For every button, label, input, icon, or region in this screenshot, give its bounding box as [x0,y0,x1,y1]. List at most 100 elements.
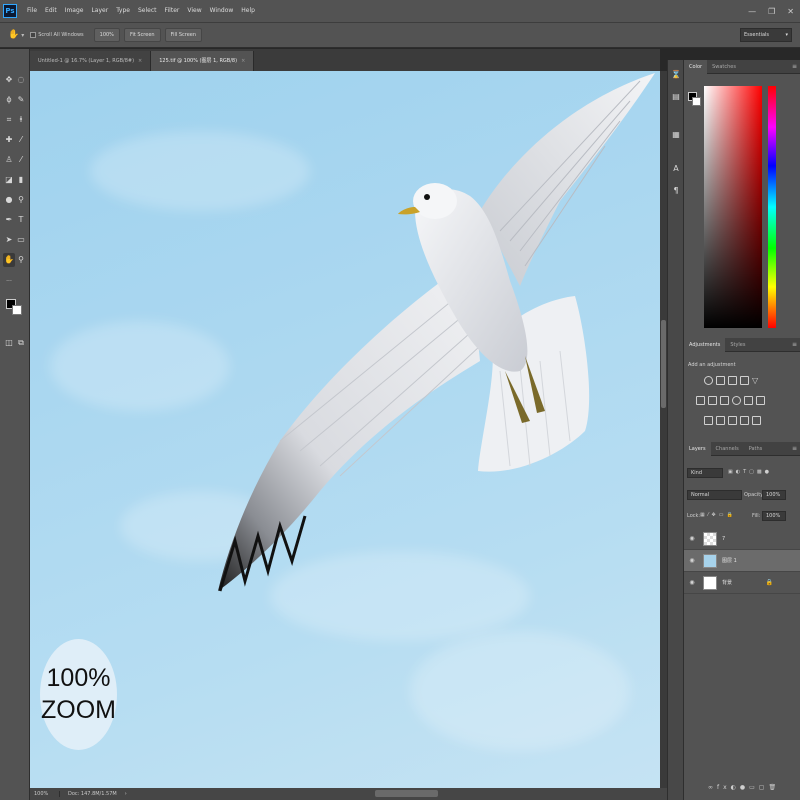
layer-filter-icons[interactable]: ▣◐T▢▩● [728,469,772,475]
pen-tool-icon[interactable]: ✒ [3,213,15,227]
type-tool-icon[interactable]: T [15,213,27,227]
posterize-icon[interactable] [716,416,725,425]
history-icon[interactable]: ⌛ [671,70,681,82]
color-lookup-icon[interactable] [756,396,765,405]
close-icon[interactable]: × [138,58,142,64]
checkbox-icon[interactable] [30,32,37,38]
tab-color[interactable]: Color [684,59,708,74]
workspace-select[interactable]: Essentials [740,28,792,42]
hand-tool-button-icon[interactable]: ✋ [3,253,15,267]
chevron-down-icon[interactable]: ▾ [21,32,24,39]
gradient-map-icon[interactable] [740,416,749,425]
panel-menu-icon[interactable]: ≡ [792,338,797,352]
path-selection-tool-icon[interactable]: ➤ [3,233,15,247]
history-brush-tool-icon[interactable]: ⁄ [15,153,27,167]
lock-icons[interactable]: ▦⁄✥▭🔒 [700,512,736,518]
eye-icon[interactable]: ◉ [687,557,697,564]
hue-saturation-icon[interactable] [696,396,705,405]
fit-screen-button[interactable]: Fit Screen [123,28,161,42]
move-tool-icon[interactable]: ✥ [3,73,15,87]
tab-channels[interactable]: Channels [711,442,744,456]
lasso-tool-icon[interactable]: ϕ [3,93,15,107]
black-white-icon[interactable] [720,396,729,405]
screen-mode-icon[interactable]: ⧉ [15,336,27,350]
menu-view[interactable]: View [183,0,205,22]
close-icon[interactable]: × [241,58,245,64]
eraser-tool-icon[interactable]: ◪ [3,173,15,187]
document-canvas[interactable]: 100% ZOOM [30,71,660,788]
hand-tool-icon[interactable]: ✋ [8,30,19,40]
tab-layers[interactable]: Layers [684,441,711,456]
channel-mixer-icon[interactable] [744,396,753,405]
paragraph-icon[interactable]: ¶ [671,186,681,198]
scroll-all-windows-checkbox[interactable]: Scroll All Windows [30,32,84,38]
menu-help[interactable]: Help [237,0,259,22]
curves-icon[interactable] [728,376,737,385]
fill-screen-button[interactable]: Fill Screen [164,28,203,42]
brush-tool-icon[interactable]: ⁄ [15,133,27,147]
hue-slider[interactable] [768,86,776,328]
status-menu-arrow[interactable]: › [117,791,127,797]
menu-layer[interactable]: Layer [87,0,112,22]
panel-menu-icon[interactable]: ≡ [792,60,797,74]
zoom-100-button[interactable]: 100% [93,28,120,42]
menu-file[interactable]: File [23,0,41,22]
layer-row[interactable]: ◉ 7 [684,528,800,550]
brightness-contrast-icon[interactable] [704,376,713,385]
gradient-tool-icon[interactable]: ▮ [15,173,27,187]
quick-mask-icon[interactable]: ◫ [3,336,15,350]
vertical-scroll-thumb[interactable] [661,320,666,408]
photo-filter-icon[interactable] [732,396,741,405]
opacity-input[interactable]: 100% [762,490,786,500]
crop-tool-icon[interactable]: ⌗ [3,113,15,127]
healing-brush-tool-icon[interactable]: ✚ [3,133,15,147]
zoom-tool-icon[interactable]: ⚲ [15,253,27,267]
vibrance-icon[interactable]: ▽ [752,376,761,385]
dodge-tool-icon[interactable]: ⚲ [15,193,27,207]
tab-untitled-1[interactable]: Untitled-1 @ 16.7% (Layer 1, RGB/8#) × [30,51,152,71]
horizontal-scroll-thumb[interactable] [375,790,438,797]
minimize-icon[interactable]: — [748,7,756,16]
fill-input[interactable]: 100% [762,511,786,521]
threshold-icon[interactable] [728,416,737,425]
layer-row[interactable]: ◉ 背景 🔒 [684,572,800,594]
menu-type[interactable]: Type [112,0,134,22]
layer-filter-kind-select[interactable]: Kind [687,468,723,478]
color-panel-background[interactable] [692,97,701,106]
menu-edit[interactable]: Edit [41,0,61,22]
marquee-tool-icon[interactable]: ◌ [15,73,27,87]
rectangle-tool-icon[interactable]: ▭ [15,233,27,247]
background-color-swatch[interactable] [12,305,22,315]
blur-tool-icon[interactable]: ● [3,193,15,207]
more-tools-icon[interactable]: ··· [3,275,15,289]
status-zoom[interactable]: 100% [30,791,60,797]
color-picker-field[interactable] [704,86,762,328]
eye-icon[interactable]: ◉ [687,579,697,586]
tab-adjustments[interactable]: Adjustments [684,337,726,352]
character-icon[interactable]: A [671,164,681,176]
libraries-icon[interactable]: ▦ [671,130,681,142]
properties-icon[interactable]: ▤ [671,92,681,104]
layer-row[interactable]: ◉ 图层 1 [684,550,800,572]
eyedropper-tool-icon[interactable]: ⱡ [15,113,27,127]
panel-menu-icon[interactable]: ≡ [792,442,797,456]
blend-mode-select[interactable]: Normal [687,490,742,500]
eye-icon[interactable]: ◉ [687,535,697,542]
color-balance-icon[interactable] [708,396,717,405]
quick-select-tool-icon[interactable]: ✎ [15,93,27,107]
selective-color-icon[interactable] [752,416,761,425]
tab-125-tif[interactable]: 125.tif @ 100% (图层 1, RGB/8) × [151,51,255,71]
tab-paths[interactable]: Paths [744,442,768,456]
tab-styles[interactable]: Styles [725,338,750,352]
restore-icon[interactable]: ❐ [768,7,775,16]
layers-footer-icons[interactable]: ∞fx◐●▭▢🗑 [708,784,780,791]
exposure-icon[interactable] [740,376,749,385]
close-icon[interactable]: ✕ [787,7,794,16]
tab-swatches[interactable]: Swatches [707,60,741,74]
menu-select[interactable]: Select [134,0,161,22]
vertical-scrollbar[interactable] [660,71,667,788]
levels-icon[interactable] [716,376,725,385]
menu-window[interactable]: Window [206,0,238,22]
invert-icon[interactable] [704,416,713,425]
menu-filter[interactable]: Filter [161,0,184,22]
